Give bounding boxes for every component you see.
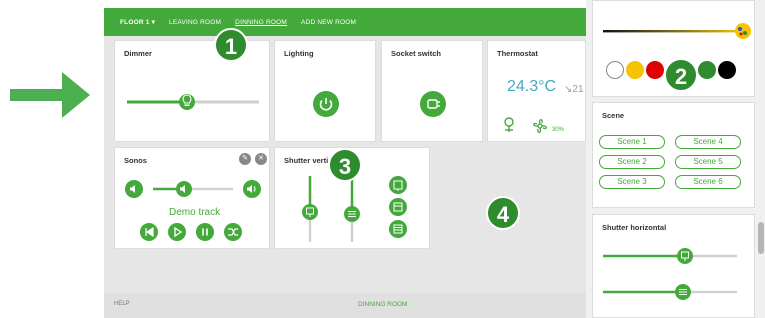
scene-1-button[interactable]: Scene 1 xyxy=(599,135,665,149)
power-button[interactable] xyxy=(313,91,339,117)
color-swatch-red[interactable] xyxy=(646,61,664,79)
card-title: Dimmer xyxy=(124,49,152,58)
color-swatch-black[interactable] xyxy=(718,61,736,79)
scene-3-button[interactable]: Scene 3 xyxy=(599,175,665,189)
shutter-horizontal-slider-2[interactable] xyxy=(603,283,737,301)
card-title: Socket switch xyxy=(391,49,442,58)
tab-add-new-room[interactable]: ADD NEW ROOM xyxy=(301,19,356,26)
current-room-label: DINNING ROOM xyxy=(358,301,408,308)
scene-5-button[interactable]: Scene 5 xyxy=(675,155,741,169)
card-title: Shutter verti xyxy=(284,156,329,165)
arrow-right-icon xyxy=(10,72,90,118)
footer-bar: HELP DINNING ROOM xyxy=(104,293,586,318)
scene-6-button[interactable]: Scene 6 xyxy=(675,175,741,189)
top-navigation: FLOOR 1 ▾ LEAVING ROOM DINNING ROOM ADD … xyxy=(104,8,586,36)
speaker-low-icon xyxy=(130,185,135,193)
tab-leaving-room[interactable]: LEAVING ROOM xyxy=(169,19,221,26)
shutter-half-icon xyxy=(393,202,403,212)
callout-badge-1: 1 xyxy=(214,28,248,62)
track-name: Demo track xyxy=(169,207,221,218)
volume-down-button[interactable] xyxy=(125,180,143,198)
card-title: Scene xyxy=(602,111,625,120)
dimmer-slider[interactable] xyxy=(127,93,259,111)
scene-card: Scene Scene 1 Scene 4 Scene 2 Scene 5 Sc… xyxy=(592,102,755,208)
card-title: Sonos xyxy=(124,156,147,165)
pause-icon xyxy=(202,228,208,236)
card-title: Thermostat xyxy=(497,49,538,58)
power-icon xyxy=(319,98,333,111)
color-swatch-green[interactable] xyxy=(698,61,716,79)
shutter-close-icon xyxy=(393,224,403,234)
socket-button[interactable] xyxy=(420,91,446,117)
color-swatch-yellow[interactable] xyxy=(626,61,644,79)
heating-icon[interactable] xyxy=(501,116,517,134)
lighting-card: Lighting xyxy=(274,40,376,142)
speaker-high-icon xyxy=(247,185,256,193)
pause-button[interactable] xyxy=(196,223,214,241)
play-icon xyxy=(174,226,183,238)
scene-4-button[interactable]: Scene 4 xyxy=(675,135,741,149)
fan-speed: 30% xyxy=(552,127,565,133)
card-title: Lighting xyxy=(284,49,314,58)
target-temperature: ↘21 xyxy=(564,84,584,95)
floor-selector[interactable]: FLOOR 1 ▾ xyxy=(120,18,155,26)
callout-badge-3: 3 xyxy=(328,148,362,182)
dimmer-card: Dimmer xyxy=(114,40,270,142)
shutter-vertical-slider-1[interactable] xyxy=(301,176,319,242)
play-button[interactable] xyxy=(168,223,186,241)
shutter-horizontal-card: Shutter horizontal xyxy=(592,214,755,318)
shuffle-button[interactable] xyxy=(224,223,242,241)
sonos-card: Sonos ✎ ✕ Demo track xyxy=(114,147,270,249)
shutter-open-icon xyxy=(393,180,403,191)
color-slider[interactable] xyxy=(603,21,753,41)
shutter-open-button[interactable] xyxy=(389,176,407,194)
previous-button[interactable] xyxy=(140,223,158,241)
shutter-vertical-slider-2[interactable] xyxy=(343,176,361,242)
scene-2-button[interactable]: Scene 2 xyxy=(599,155,665,169)
tab-dinning-room[interactable]: DINNING ROOM xyxy=(235,19,287,26)
plug-icon xyxy=(427,99,440,109)
close-icon[interactable]: ✕ xyxy=(255,153,267,165)
scrollbar[interactable] xyxy=(758,222,764,254)
callout-badge-4: 4 xyxy=(486,196,520,230)
thermostat-card: Thermostat 24.3°C ↘21 30% xyxy=(487,40,586,142)
edit-icon[interactable]: ✎ xyxy=(239,153,251,165)
socket-switch-card: Socket switch xyxy=(381,40,483,142)
current-temperature: 24.3°C xyxy=(507,78,557,95)
card-title: Shutter horizontal xyxy=(602,223,667,232)
right-panel: Scene Scene 1 Scene 4 Scene 2 Scene 5 Sc… xyxy=(586,0,765,318)
previous-icon xyxy=(145,226,154,238)
callout-badge-2: 2 xyxy=(664,58,698,92)
shutter-close-button[interactable] xyxy=(389,220,407,238)
volume-up-button[interactable] xyxy=(243,180,261,198)
volume-slider[interactable] xyxy=(153,180,233,198)
shutter-half-button[interactable] xyxy=(389,198,407,216)
shuffle-icon xyxy=(228,228,238,236)
color-swatch-white[interactable] xyxy=(606,61,624,79)
help-link[interactable]: HELP xyxy=(114,301,130,307)
fan-icon[interactable] xyxy=(531,117,549,135)
shutter-horizontal-slider-1[interactable] xyxy=(603,247,737,265)
